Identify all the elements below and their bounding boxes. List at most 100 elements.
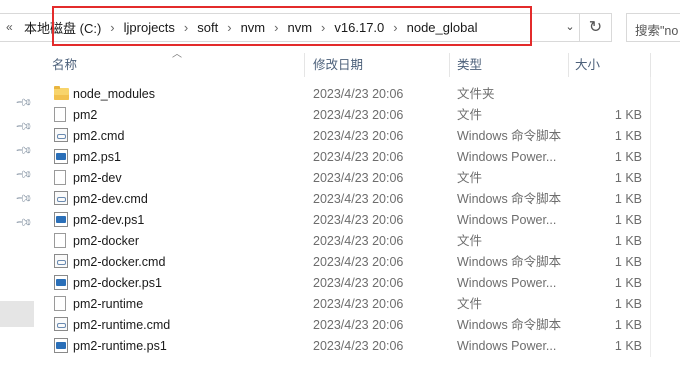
breadcrumb-item[interactable]: 本地磁盘 (C:)	[23, 18, 102, 37]
pin-icon[interactable]: 📌︎	[14, 93, 33, 112]
pin-icon[interactable]: 📌︎	[14, 213, 33, 232]
file-icon	[54, 107, 66, 122]
file-name: pm2-docker.cmd	[73, 255, 166, 269]
column-type-header[interactable]: 类型	[457, 53, 482, 77]
folder-icon	[54, 86, 69, 100]
file-icon-cell	[54, 315, 70, 336]
breadcrumb-item[interactable]: soft	[196, 20, 219, 35]
column-date-header[interactable]: 修改日期	[313, 53, 363, 77]
file-icon-cell	[54, 147, 70, 168]
file-row[interactable]: pm2 2023/4/23 20:06 文件 1 KB	[44, 105, 680, 126]
file-name: pm2-docker.ps1	[73, 276, 162, 290]
file-type: Windows 命令脚本	[457, 129, 562, 143]
file-icon-cell	[54, 336, 70, 357]
column-divider[interactable]	[650, 53, 651, 77]
cmd-script-icon	[54, 191, 68, 205]
breadcrumb-separator-icon[interactable]: ›	[266, 20, 286, 35]
refresh-button[interactable]: ↻	[580, 13, 612, 42]
file-row[interactable]: pm2.cmd 2023/4/23 20:06 Windows 命令脚本 1 KB	[44, 126, 680, 147]
file-type: Windows 命令脚本	[457, 318, 562, 332]
file-size: 1 KB	[614, 150, 642, 164]
file-size: 1 KB	[614, 108, 642, 122]
breadcrumb-separator-icon[interactable]: ›	[102, 20, 122, 35]
pin-icon[interactable]: 📌︎	[14, 117, 33, 136]
breadcrumb-item[interactable]: ljprojects	[123, 20, 176, 35]
column-name-header[interactable]: 名称	[52, 53, 77, 77]
file-row[interactable]: pm2-dev.ps1 2023/4/23 20:06 Windows Power.…	[44, 210, 680, 231]
cmd-script-icon	[54, 128, 68, 142]
file-row[interactable]: pm2-dev.cmd 2023/4/23 20:06 Windows 命令脚本 1 …	[44, 189, 680, 210]
nav-selected-item[interactable]	[0, 301, 34, 327]
chevron-down-icon[interactable]: ⌄	[560, 14, 580, 41]
file-modified-date: 2023/4/23 20:06	[313, 297, 404, 311]
search-input[interactable]: 搜索"no	[626, 13, 680, 42]
file-size: 1 KB	[614, 318, 642, 332]
file-row[interactable]: pm2-docker.ps1 2023/4/23 20:06 Windows Pow…	[44, 273, 680, 294]
file-icon-cell	[54, 126, 70, 147]
breadcrumb-item[interactable]: nvm	[240, 20, 267, 35]
file-name: pm2-dev.ps1	[73, 213, 145, 227]
file-name: pm2-runtime.cmd	[73, 318, 171, 332]
file-modified-date: 2023/4/23 20:06	[313, 150, 404, 164]
file-icon	[54, 170, 66, 185]
file-type: Windows Power...	[457, 150, 557, 164]
file-name: pm2	[73, 108, 98, 122]
file-modified-date: 2023/4/23 20:06	[313, 129, 404, 143]
breadcrumb-item[interactable]: v16.17.0	[333, 20, 385, 35]
file-modified-date: 2023/4/23 20:06	[313, 255, 404, 269]
breadcrumb-separator-icon[interactable]: ›	[313, 20, 333, 35]
file-size: 1 KB	[614, 192, 642, 206]
file-row[interactable]: pm2-runtime.cmd 2023/4/23 20:06 Windows 命令…	[44, 315, 680, 336]
column-divider[interactable]	[304, 53, 305, 77]
file-type: Windows 命令脚本	[457, 192, 562, 206]
scrollbar-track[interactable]	[650, 77, 651, 357]
file-icon-cell	[54, 84, 70, 105]
file-row[interactable]: pm2-docker 2023/4/23 20:06 文件 1 KB	[44, 231, 680, 252]
refresh-icon: ↻	[588, 19, 603, 36]
file-type: 文件夹	[457, 87, 495, 101]
file-row[interactable]: pm2-docker.cmd 2023/4/23 20:06 Windows 命令脚…	[44, 252, 680, 273]
file-modified-date: 2023/4/23 20:06	[313, 192, 404, 206]
file-row[interactable]: pm2-dev 2023/4/23 20:06 文件 1 KB	[44, 168, 680, 189]
file-icon-cell	[54, 231, 70, 252]
navigation-pane: 📌︎ 📌︎ 📌︎ 📌︎ 📌︎ 📌︎	[0, 58, 34, 381]
breadcrumb-separator-icon[interactable]: ›	[176, 20, 196, 35]
file-icon-cell	[54, 210, 70, 231]
file-type: Windows Power...	[457, 276, 557, 290]
file-row[interactable]: node_modules 2023/4/23 20:06 文件夹	[44, 84, 680, 105]
file-modified-date: 2023/4/23 20:06	[313, 276, 404, 290]
file-name: pm2.ps1	[73, 150, 121, 164]
file-icon-cell	[54, 168, 70, 189]
file-icon-cell	[54, 294, 70, 315]
file-list: node_modules 2023/4/23 20:06 文件夹 pm2 2023/4/…	[44, 84, 680, 357]
column-divider[interactable]	[449, 53, 450, 77]
powershell-icon	[54, 275, 68, 290]
column-size-header[interactable]: 大小	[575, 53, 600, 77]
file-name: node_modules	[73, 87, 156, 101]
breadcrumb-item[interactable]: node_global	[406, 20, 479, 35]
breadcrumb-separator-icon[interactable]: ›	[385, 20, 405, 35]
file-size: 1 KB	[614, 171, 642, 185]
file-row[interactable]: pm2-runtime 2023/4/23 20:06 文件 1 KB	[44, 294, 680, 315]
pin-icon[interactable]: 📌︎	[14, 165, 33, 184]
file-name: pm2-dev	[73, 171, 122, 185]
file-row[interactable]: pm2-runtime.ps1 2023/4/23 20:06 Windows Po…	[44, 336, 680, 357]
breadcrumb-item[interactable]: nvm	[286, 20, 313, 35]
file-icon-cell	[54, 252, 70, 273]
file-name: pm2-runtime.ps1	[73, 339, 167, 353]
file-icon-cell	[54, 273, 70, 294]
pin-icon[interactable]: 📌︎	[14, 189, 33, 208]
column-divider[interactable]	[568, 53, 569, 77]
address-bar[interactable]: « 本地磁盘 (C:) › ljprojects › soft › nvm › nvm › v16.…	[0, 13, 580, 42]
breadcrumb-separator-icon[interactable]: ›	[219, 20, 239, 35]
file-type: 文件	[457, 297, 483, 311]
file-type: 文件	[457, 234, 483, 248]
pin-icon[interactable]: 📌︎	[14, 141, 33, 160]
address-bar-row: « 本地磁盘 (C:) › ljprojects › soft › nvm › nvm › v16.…	[0, 0, 680, 58]
file-modified-date: 2023/4/23 20:06	[313, 87, 404, 101]
file-name: pm2-dev.cmd	[73, 192, 148, 206]
powershell-icon	[54, 338, 68, 353]
file-row[interactable]: pm2.ps1 2023/4/23 20:06 Windows Power... 1 …	[44, 147, 680, 168]
breadcrumb-overflow-icon[interactable]: «	[6, 14, 13, 41]
search-placeholder: 搜索"no	[635, 24, 679, 38]
